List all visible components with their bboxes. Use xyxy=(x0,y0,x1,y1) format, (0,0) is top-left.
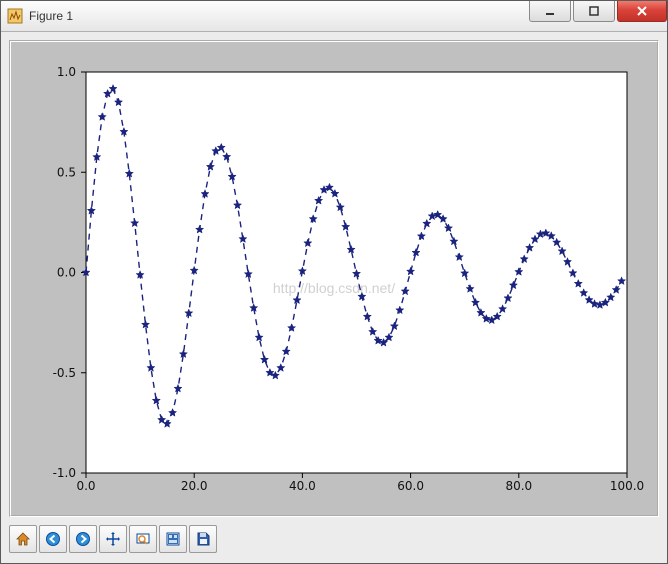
y-tick-label: 0.5 xyxy=(57,165,76,179)
forward-button[interactable] xyxy=(69,525,97,553)
zoom-button[interactable] xyxy=(129,525,157,553)
x-tick-label: 40.0 xyxy=(289,479,316,493)
x-tick-label: 0.0 xyxy=(76,479,95,493)
save-icon xyxy=(195,531,211,547)
maximize-icon xyxy=(588,5,600,17)
move-icon xyxy=(105,531,121,547)
zoom-icon xyxy=(135,531,151,547)
subplots-icon xyxy=(165,531,181,547)
pan-button[interactable] xyxy=(99,525,127,553)
app-icon xyxy=(7,8,23,24)
x-tick-label: 100.0 xyxy=(610,479,644,493)
y-tick-label: -1.0 xyxy=(53,466,76,480)
minimize-button[interactable] xyxy=(529,1,571,22)
configure-button[interactable] xyxy=(159,525,187,553)
home-button[interactable] xyxy=(9,525,37,553)
titlebar[interactable]: Figure 1 xyxy=(1,1,667,32)
minimize-icon xyxy=(544,5,556,17)
client-area: 0.0 20.0 40.0 60.0 80.0 100.0 -1.0 -0.5 0.0 0.5 1.… xyxy=(1,32,667,563)
window-title: Figure 1 xyxy=(29,9,529,23)
x-tick-label: 80.0 xyxy=(505,479,532,493)
y-tick-label: -0.5 xyxy=(53,366,76,380)
nav-toolbar xyxy=(9,523,659,555)
close-icon xyxy=(636,5,648,17)
x-tick-label: 20.0 xyxy=(181,479,208,493)
save-button[interactable] xyxy=(189,525,217,553)
window-buttons xyxy=(529,1,667,31)
home-icon xyxy=(15,531,31,547)
back-button[interactable] xyxy=(39,525,67,553)
app-window: Figure 1 0.020.040.060.080.0100.0-1.0-0 xyxy=(0,0,668,564)
maximize-button[interactable] xyxy=(573,1,615,22)
y-tick-label: 1.0 xyxy=(57,65,76,79)
figure-panel[interactable]: 0.0 20.0 40.0 60.0 80.0 100.0 -1.0 -0.5 0.0 0.5 1.… xyxy=(9,40,659,517)
x-tick-label: 60.0 xyxy=(397,479,424,493)
chart-canvas[interactable]: 0.0 20.0 40.0 60.0 80.0 100.0 -1.0 -0.5 0.0 0.5 1.… xyxy=(11,42,657,515)
y-tick-label: 0.0 xyxy=(57,266,76,280)
arrow-left-icon xyxy=(45,531,61,547)
close-button[interactable] xyxy=(617,1,667,22)
arrow-right-icon xyxy=(75,531,91,547)
